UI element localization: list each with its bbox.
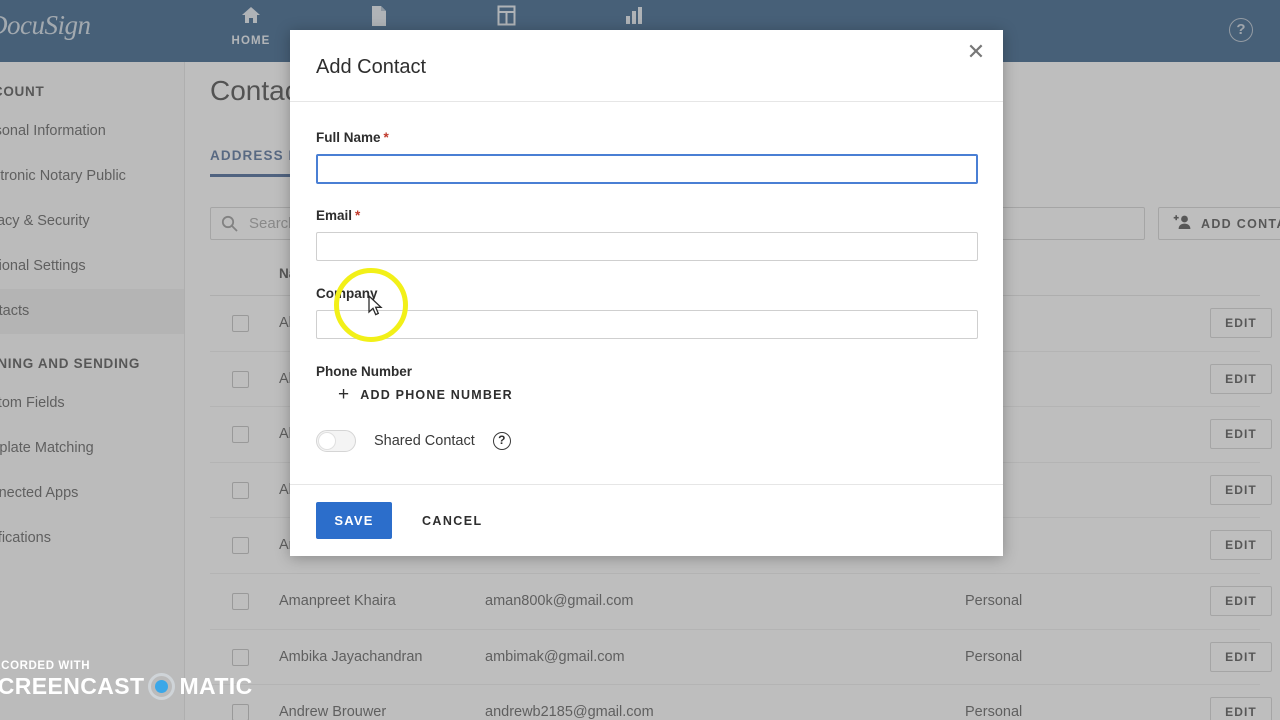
watermark-left-text: SCREENCAST (0, 673, 145, 699)
toggle-knob (318, 432, 336, 450)
watermark-right-text: MATIC (179, 673, 253, 699)
phone-number-field-group: Phone Number + ADD PHONE NUMBER (316, 364, 978, 405)
screencast-o-matic-logo (148, 673, 176, 700)
shared-contact-toggle[interactable] (316, 430, 356, 452)
email-field-group: Email * (316, 208, 978, 261)
shared-contact-row: Shared Contact ? (316, 430, 511, 452)
email-label: Email * (316, 208, 978, 223)
cancel-button[interactable]: CANCEL (422, 514, 482, 528)
email-field[interactable] (316, 232, 978, 261)
company-input[interactable] (316, 310, 978, 339)
dialog-footer: SAVE CANCEL (290, 484, 1003, 556)
dialog-title: Add Contact (316, 56, 427, 78)
full-name-label-text: Full Name (316, 130, 381, 145)
app-page: DocuSign HOME ? (0, 0, 1280, 720)
shared-contact-label: Shared Contact (374, 433, 475, 449)
required-asterisk: * (383, 130, 389, 145)
email-label-text: Email (316, 208, 353, 223)
full-name-field-group: Full Name * (316, 130, 978, 184)
company-field-group: Company (316, 286, 978, 339)
close-icon[interactable]: ✕ (961, 38, 991, 68)
save-button[interactable]: SAVE (316, 502, 392, 539)
dialog-body: Full Name * Email * Company Phone Number +… (290, 102, 1003, 452)
phone-number-label: Phone Number (316, 364, 413, 379)
watermark-top-line: RECORDED WITH (0, 660, 91, 672)
help-circle-icon[interactable]: ? (492, 432, 511, 450)
full-name-input[interactable] (316, 154, 978, 184)
add-contact-dialog: Add Contact ✕ Full Name * Email * Company (290, 30, 1003, 556)
help-glyph: ? (498, 433, 506, 447)
plus-icon: + (338, 384, 351, 405)
full-name-label: Full Name * (316, 130, 978, 145)
add-phone-number-label: ADD PHONE NUMBER (360, 388, 513, 402)
screencast-o-matic-watermark: RECORDED WITH SCREENCAST MATIC (0, 660, 253, 700)
watermark-main-line: SCREENCAST MATIC (0, 673, 253, 700)
add-phone-number-button[interactable]: + ADD PHONE NUMBER (338, 384, 978, 405)
company-label: Company (316, 286, 378, 301)
dialog-header: Add Contact ✕ (290, 30, 1003, 102)
required-asterisk: * (355, 208, 361, 223)
